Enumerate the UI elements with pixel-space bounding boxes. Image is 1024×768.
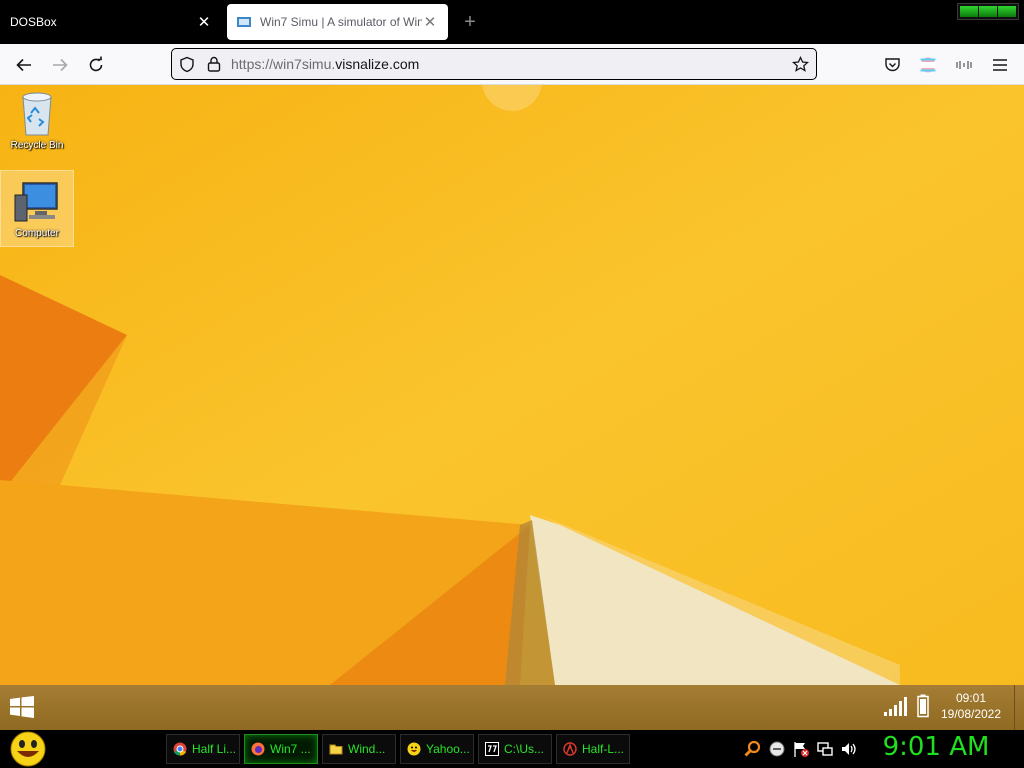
desktop-icon-label: Computer — [15, 228, 59, 239]
pocket-icon — [884, 58, 900, 72]
simulated-taskbar: 09:01 19/08/2022 — [0, 685, 1024, 730]
desktop-icon-label: Recycle Bin — [10, 140, 64, 151]
host-task-button[interactable]: Half Li... — [166, 734, 240, 764]
battery-icon[interactable] — [917, 694, 929, 718]
account-button[interactable] — [915, 52, 941, 78]
wallpaper-image — [0, 85, 1024, 685]
close-icon[interactable]: ✕ — [422, 13, 438, 31]
desktop-icon-recycle-bin[interactable]: Recycle Bin — [0, 89, 74, 163]
host-clock[interactable]: 9:01 AM — [870, 732, 1002, 762]
task-label: C:\Us... — [504, 742, 545, 756]
yahoo-messenger-icon — [407, 742, 421, 756]
clock-date: 19/08/2022 — [940, 707, 1002, 721]
reload-button[interactable] — [83, 52, 109, 78]
win8-desktop[interactable]: Recycle Bin Computer — [0, 85, 1024, 685]
browser-tab-strip: DOSBox ✕ Win7 Simu | A simulator of Win … — [0, 0, 1024, 44]
forward-button[interactable] — [47, 52, 73, 78]
shield-icon[interactable] — [179, 56, 195, 73]
half-life-icon — [563, 742, 577, 756]
show-desktop-button[interactable] — [1014, 685, 1024, 730]
host-task-button[interactable]: Win7 ... — [244, 734, 318, 764]
firefox-icon — [251, 742, 265, 756]
win7simu-favicon-icon — [237, 16, 253, 28]
address-bar[interactable]: https://win7simu.visnalize.com — [171, 48, 817, 80]
dosbox-window-controls[interactable] — [957, 3, 1019, 20]
host-task-button[interactable]: Yahoo... — [400, 734, 474, 764]
close-icon[interactable]: ✕ — [196, 13, 212, 31]
reload-icon — [89, 56, 103, 72]
bookmark-star-icon[interactable] — [792, 56, 809, 73]
task-label: Wind... — [348, 742, 386, 756]
recycle-bin-icon — [22, 92, 52, 136]
host-system-tray — [744, 740, 858, 758]
browser-navigation-bar: https://win7simu.visnalize.com — [0, 44, 1024, 85]
task-label: Half Li... — [192, 742, 237, 756]
pocket-button[interactable] — [879, 52, 905, 78]
chrome-icon — [173, 742, 187, 756]
tab-dosbox[interactable]: DOSBox ✕ — [0, 4, 222, 40]
host-task-button[interactable]: C:\Us... — [478, 734, 552, 764]
messenger-status-icon[interactable] — [768, 740, 786, 758]
extension-icon — [956, 61, 972, 69]
extension-button[interactable] — [951, 52, 977, 78]
menu-button[interactable] — [987, 52, 1013, 78]
folder-icon — [329, 744, 343, 755]
back-button[interactable] — [11, 52, 37, 78]
action-center-flag-icon[interactable] — [792, 740, 810, 758]
account-flag-icon — [920, 57, 936, 73]
task-label: Half-L... — [582, 742, 625, 756]
host-task-button[interactable]: Wind... — [322, 734, 396, 764]
hamburger-menu-icon — [993, 59, 1007, 71]
task-label: Yahoo... — [426, 742, 470, 756]
computer-icon — [14, 182, 58, 222]
task-label: Win7 ... — [270, 742, 311, 756]
host-task-button[interactable]: Half-L... — [556, 734, 630, 764]
windows-logo-icon[interactable] — [10, 696, 34, 718]
smiley-start-icon[interactable] — [8, 731, 48, 767]
network-icon[interactable] — [816, 740, 834, 758]
volume-icon[interactable] — [840, 740, 858, 758]
tab-title: DOSBox — [10, 15, 57, 29]
tab-win7simu[interactable]: Win7 Simu | A simulator of Win ✕ — [227, 4, 448, 40]
taskbar-clock[interactable]: 09:01 19/08/2022 — [932, 690, 1010, 722]
clock-time: 09:01 — [955, 691, 987, 705]
7zip-icon — [485, 742, 499, 756]
desktop-icon-computer[interactable]: Computer — [0, 170, 74, 247]
tab-title: Win7 Simu | A simulator of Win — [260, 15, 422, 29]
arrow-left-icon — [16, 58, 31, 72]
host-taskbar: Half Li... Win7 ... Wind... Yahoo... C:\… — [0, 730, 1024, 768]
arrow-right-icon — [53, 58, 68, 72]
search-icon[interactable] — [744, 740, 762, 758]
url-text: https://win7simu.visnalize.com — [231, 56, 420, 72]
signal-strength-icon[interactable] — [884, 697, 908, 717]
new-tab-button[interactable]: + — [460, 10, 480, 34]
lock-icon[interactable] — [207, 56, 221, 72]
